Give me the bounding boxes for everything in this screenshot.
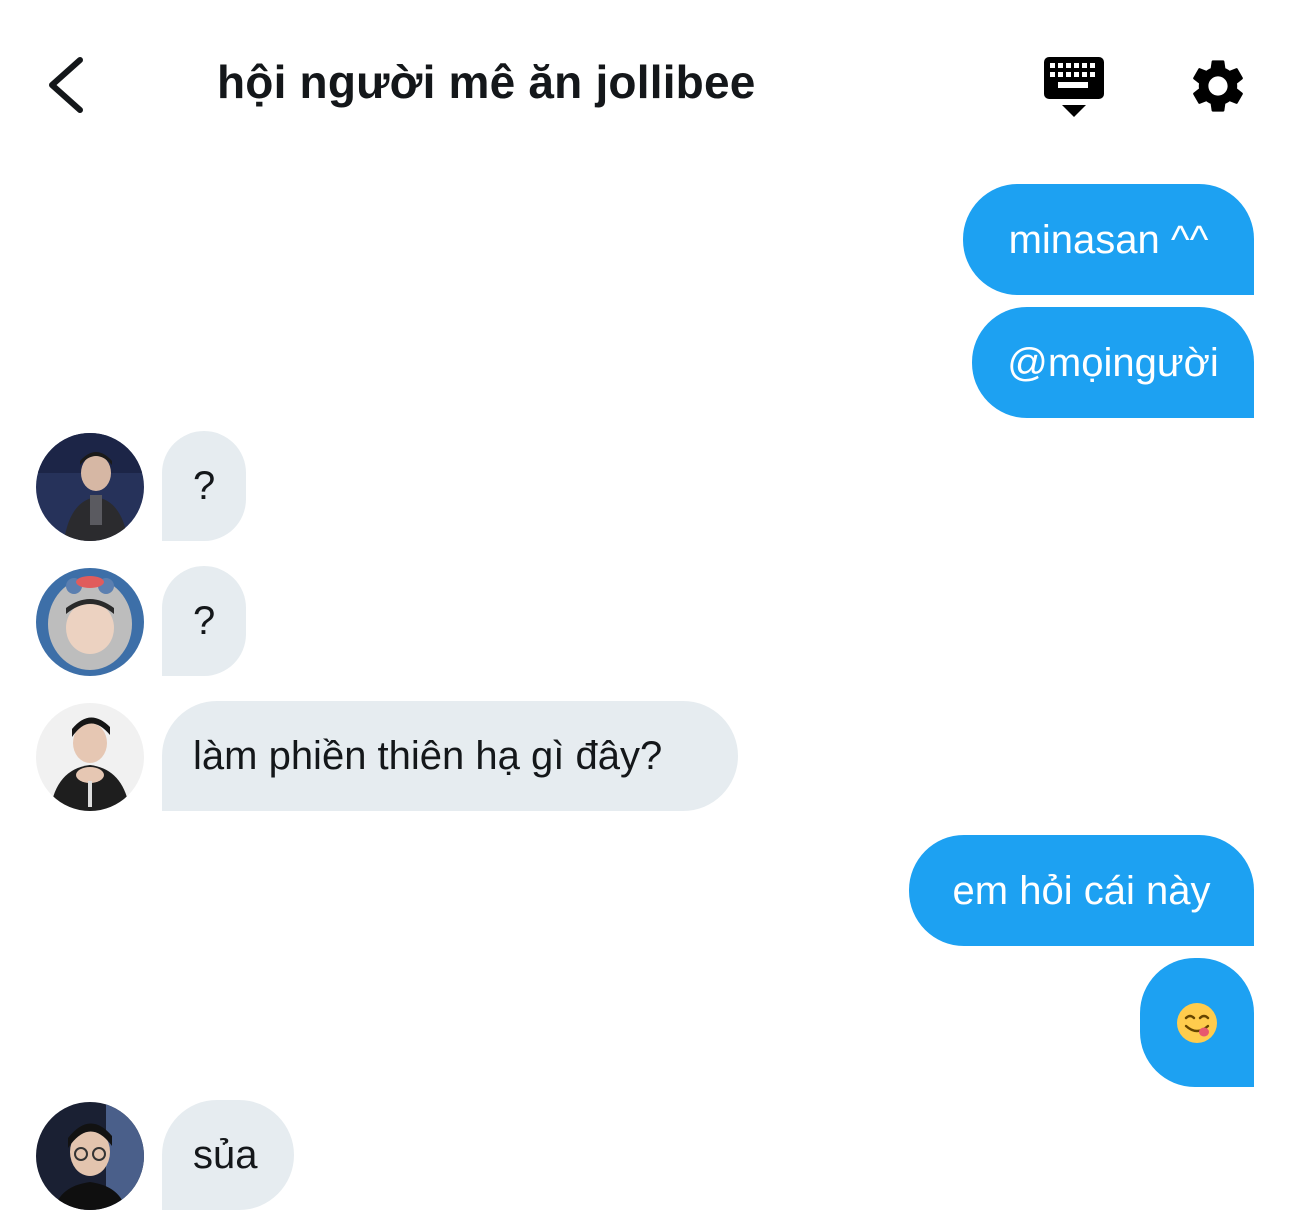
user-avatar-image <box>36 568 144 676</box>
outgoing-message[interactable]: minasan ^^ <box>963 184 1254 295</box>
message-text: minasan ^^ <box>1008 217 1209 262</box>
incoming-message[interactable]: ? <box>162 566 246 676</box>
message-text: ? <box>193 464 216 508</box>
chevron-left-icon <box>49 57 83 113</box>
incoming-message[interactable]: ? <box>162 431 246 541</box>
avatar[interactable] <box>36 568 144 676</box>
yum-face-emoji-icon <box>1177 1002 1217 1043</box>
gear-icon <box>1193 60 1243 112</box>
incoming-message[interactable]: sủa <box>162 1100 294 1210</box>
avatar[interactable] <box>36 703 144 811</box>
keyboard-button[interactable] <box>1040 55 1108 119</box>
settings-button[interactable] <box>1186 54 1250 118</box>
user-avatar-image <box>36 433 144 541</box>
message-text: ? <box>193 599 216 643</box>
outgoing-message[interactable]: em hỏi cái này <box>909 835 1254 946</box>
user-avatar-image <box>36 703 144 811</box>
back-button[interactable] <box>40 50 100 120</box>
message-text: làm phiền thiên hạ gì đây? <box>193 734 663 778</box>
keyboard-icon <box>1044 57 1104 117</box>
message-text: em hỏi cái này <box>952 868 1211 913</box>
chat-header: hội người mê ăn jollibee <box>0 0 1290 170</box>
message-text: sủa <box>193 1133 258 1177</box>
avatar[interactable] <box>36 1102 144 1210</box>
incoming-message[interactable]: làm phiền thiên hạ gì đây? <box>162 701 738 811</box>
outgoing-message[interactable] <box>1140 958 1254 1087</box>
message-text: @mọingười <box>1007 340 1219 385</box>
avatar[interactable] <box>36 433 144 541</box>
user-avatar-image <box>36 1102 144 1210</box>
conversation-title[interactable]: hội người mê ăn jollibee <box>217 55 756 109</box>
outgoing-message[interactable]: @mọingười <box>972 307 1254 418</box>
